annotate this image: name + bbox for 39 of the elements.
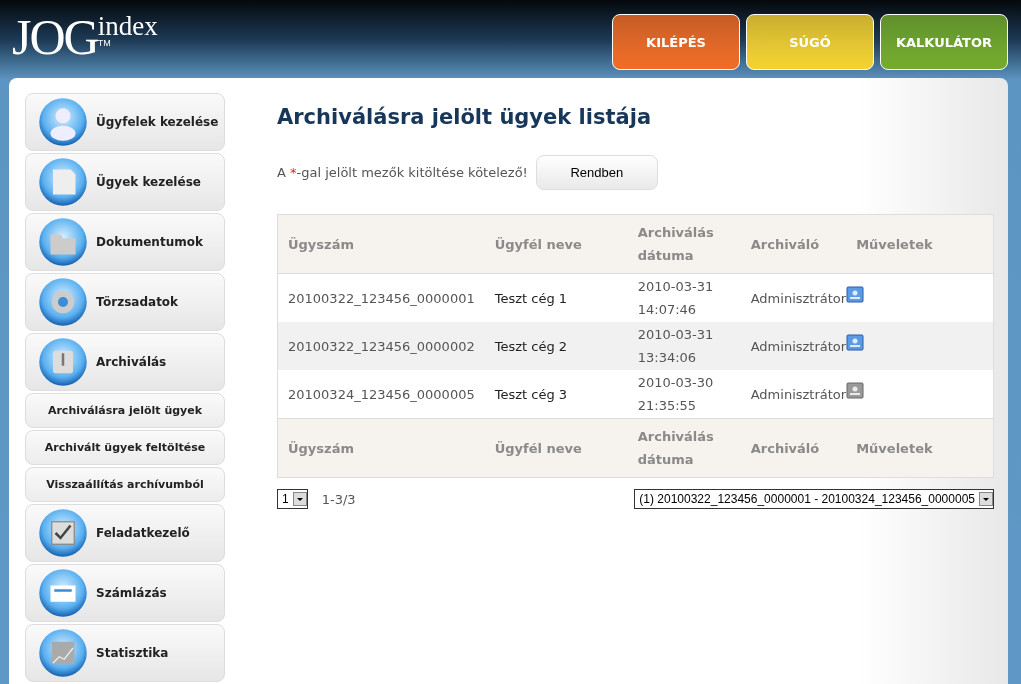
sidebar-item[interactable]: Statisztika (25, 624, 225, 682)
column-header: Archiválás dátuma (627, 418, 741, 478)
table-cell: 2010-03-31 13:34:06 (627, 322, 741, 370)
sidebar-item[interactable]: Dokumentumok (25, 213, 225, 271)
sidebar-item[interactable]: Ügyek kezelése (25, 153, 225, 211)
column-header: Műveletek (846, 418, 994, 478)
page-select[interactable]: 1 (277, 489, 308, 509)
sidebar-item[interactable]: Archiválás (25, 333, 225, 391)
table-cell: 2010-03-31 14:07:46 (627, 273, 741, 322)
page-range: 1-3/3 (321, 491, 356, 507)
table-cell: 20100322_123456_0000002 (277, 322, 485, 370)
table-cell: 2010-03-30 21:35:55 (627, 370, 741, 419)
table-cell: Adminisztrátor (740, 370, 847, 419)
sidebar-subitem[interactable]: Archivált ügyek feltöltése (25, 430, 225, 465)
table-cell: 20100322_123456_0000001 (277, 273, 485, 322)
page-title: Archiválásra jelölt ügyek listája (277, 105, 653, 129)
sidebar-item[interactable]: Törzsadatok (25, 273, 225, 331)
column-header: Ügyszám (277, 214, 485, 274)
table-cell: Teszt cég 1 (484, 273, 628, 322)
table-cell: Adminisztrátor (740, 322, 847, 370)
column-header: Archiváló (740, 418, 847, 478)
table-cell: Teszt cég 3 (484, 370, 628, 419)
table-cell: 20100324_123456_0000005 (277, 370, 485, 419)
sidebar-item[interactable]: Számlázás (25, 564, 225, 622)
column-header: Archiváló (740, 214, 847, 274)
column-header: Műveletek (846, 214, 994, 274)
range-select[interactable]: (1) 20100322_123456_0000001 - 20100324_123456_0000005 (634, 489, 994, 509)
sidebar-item[interactable]: Ügyfelek kezelése (25, 93, 225, 151)
table-cell: Adminisztrátor (740, 273, 847, 322)
column-header: Ügyfél neve (484, 214, 628, 274)
column-header: Archiválás dátuma (627, 214, 741, 274)
column-header: Ügyfél neve (484, 418, 628, 478)
sidebar-item[interactable]: Feladatkezelő (25, 504, 225, 562)
ok-button[interactable]: Rendben (535, 155, 658, 190)
sidebar-subitem[interactable]: Visszaállítás archívumból (25, 467, 225, 502)
sidebar-subitem[interactable]: Archiválásra jelölt ügyek (25, 393, 225, 428)
column-header: Ügyszám (277, 418, 485, 478)
table-cell: Teszt cég 2 (484, 322, 628, 370)
required-fields-note: A *-gal jelölt mezők kitöltése kötelező! (277, 165, 528, 180)
